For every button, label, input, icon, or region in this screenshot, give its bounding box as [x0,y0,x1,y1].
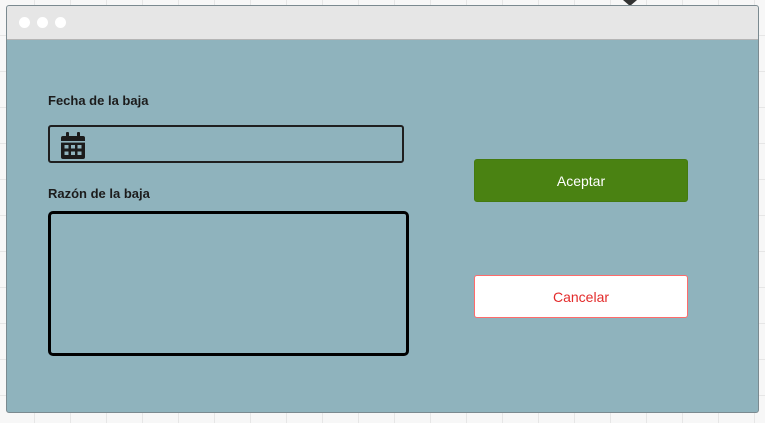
date-field[interactable] [48,125,404,163]
reason-textarea[interactable] [48,211,409,356]
accept-button[interactable]: Aceptar [474,159,688,202]
calendar-icon[interactable] [58,131,88,161]
date-label: Fecha de la baja [48,93,149,108]
window-control-dot [19,17,30,28]
window-control-dot [55,17,66,28]
window-titlebar [7,6,758,40]
window-control-dot [37,17,48,28]
dialog-window: Fecha de la baja Razón de la baja Acepta… [6,5,759,413]
reason-label: Razón de la baja [48,186,150,201]
cancel-button[interactable]: Cancelar [474,275,688,318]
